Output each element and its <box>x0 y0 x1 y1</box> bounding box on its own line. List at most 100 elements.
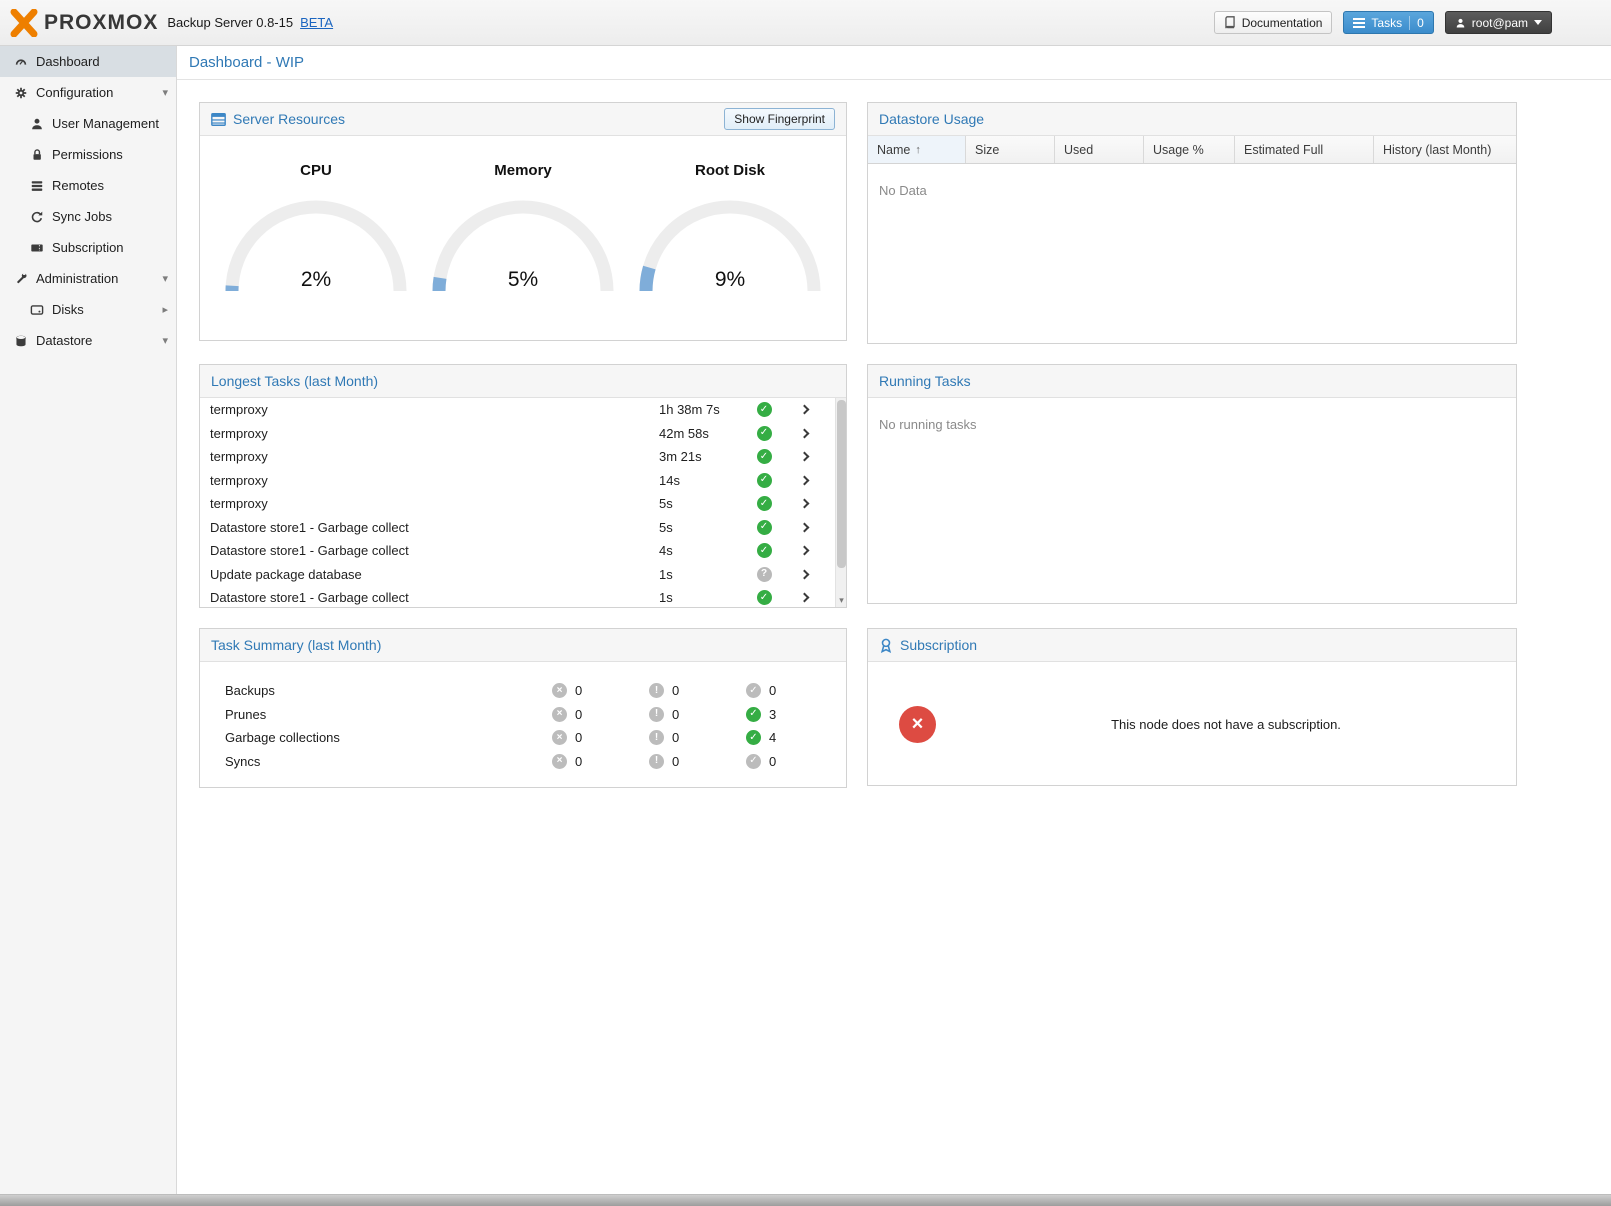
server-list-icon <box>28 178 45 194</box>
chevron-right-icon <box>799 499 809 509</box>
status-ok-icon: ✓ <box>757 496 772 511</box>
status-unknown-icon: ? <box>757 567 772 582</box>
ok-count-icon: ✓ <box>746 683 761 698</box>
ok-count: 4 <box>769 730 776 745</box>
chevron-down-icon[interactable]: ▾ <box>162 272 168 285</box>
tasks-label: Tasks <box>1371 16 1402 30</box>
page-title-bar: Dashboard - WIP <box>177 46 1611 80</box>
task-row[interactable]: termproxy 5s ✓ <box>200 492 835 516</box>
task-name: termproxy <box>200 402 659 417</box>
task-row[interactable]: Update package database 1s ? <box>200 563 835 587</box>
sidebar-item-sync-jobs[interactable]: Sync Jobs <box>0 201 176 232</box>
chevron-right-icon <box>799 522 809 532</box>
scrollbar-thumb[interactable] <box>837 400 846 568</box>
warning-count: 0 <box>672 754 679 769</box>
error-count-icon: × <box>552 730 567 745</box>
task-duration: 1h 38m 7s <box>659 402 744 417</box>
column-header-name[interactable]: Name ↑ <box>868 136 966 163</box>
user-label: root@pam <box>1472 16 1528 30</box>
sidebar-item-datastore[interactable]: Datastore ▾ <box>0 325 176 356</box>
column-header-estimated-full[interactable]: Estimated Full <box>1235 136 1374 163</box>
task-summary-row: Garbage collections ×0 !0 ✓4 <box>200 726 846 750</box>
gauge-label: Root Disk <box>639 162 821 179</box>
summary-label: Backups <box>225 683 552 698</box>
ok-count: 0 <box>769 754 776 769</box>
product-version: Backup Server 0.8-15 <box>167 15 293 30</box>
sidebar-item-disks[interactable]: Disks ▸ <box>0 294 176 325</box>
gears-icon <box>12 85 29 101</box>
task-row[interactable]: termproxy 14s ✓ <box>200 469 835 493</box>
user-icon <box>28 116 45 132</box>
task-name: Datastore store1 - Garbage collect <box>200 590 659 605</box>
cpu-gauge: CPU 2% <box>225 162 407 294</box>
gauge-label: CPU <box>225 162 407 179</box>
show-fingerprint-button[interactable]: Show Fingerprint <box>724 108 835 130</box>
error-count: 0 <box>575 683 582 698</box>
task-row[interactable]: termproxy 1h 38m 7s ✓ <box>200 398 835 422</box>
task-duration: 42m 58s <box>659 426 744 441</box>
summary-label: Syncs <box>225 754 552 769</box>
task-row[interactable]: termproxy 3m 21s ✓ <box>200 445 835 469</box>
sidebar-item-subscription[interactable]: Subscription <box>0 232 176 263</box>
task-row[interactable]: Datastore store1 - Garbage collect 1s ✓ <box>200 586 835 608</box>
gauge-value: 9% <box>639 268 821 292</box>
task-summary-panel: Task Summary (last Month) Backups ×0 !0 … <box>199 628 847 788</box>
sidebar-item-administration[interactable]: Administration ▾ <box>0 263 176 294</box>
running-tasks-empty-text: No running tasks <box>868 398 1516 451</box>
chevron-right-icon <box>799 593 809 603</box>
task-summary-row: Backups ×0 !0 ✓0 <box>200 679 846 703</box>
sidebar-item-remotes[interactable]: Remotes <box>0 170 176 201</box>
subscription-panel: Subscription × This node does not have a… <box>867 628 1517 786</box>
warning-count: 0 <box>672 683 679 698</box>
sidebar-item-configuration[interactable]: Configuration ▾ <box>0 77 176 108</box>
task-name: Update package database <box>200 567 659 582</box>
chevron-right-icon[interactable]: ▸ <box>162 303 168 316</box>
gauge-value: 5% <box>432 268 614 292</box>
documentation-button[interactable]: Documentation <box>1214 11 1333 34</box>
sidebar-item-label: Permissions <box>52 147 123 162</box>
error-count-icon: × <box>552 683 567 698</box>
column-header-history[interactable]: History (last Month) <box>1374 136 1516 163</box>
task-duration: 1s <box>659 590 744 605</box>
user-menu-button[interactable]: root@pam <box>1445 11 1552 34</box>
task-name: termproxy <box>200 426 659 441</box>
column-header-usage-pct[interactable]: Usage % <box>1144 136 1235 163</box>
page-title: Dashboard - WIP <box>189 54 304 71</box>
running-tasks-title: Running Tasks <box>879 373 971 389</box>
scroll-down-button[interactable]: ▾ <box>836 592 846 608</box>
task-name: termproxy <box>200 473 659 488</box>
tasks-button[interactable]: Tasks 0 <box>1343 11 1433 34</box>
status-ok-icon: ✓ <box>757 449 772 464</box>
task-duration: 5s <box>659 520 744 535</box>
sidebar-item-permissions[interactable]: Permissions <box>0 139 176 170</box>
warning-count-icon: ! <box>649 730 664 745</box>
chevron-down-icon[interactable]: ▾ <box>162 86 168 99</box>
sync-icon <box>28 209 45 225</box>
sidebar-item-label: Administration <box>36 271 118 286</box>
beta-link[interactable]: BETA <box>300 15 333 30</box>
status-ok-icon: ✓ <box>757 473 772 488</box>
subscription-message: This node does not have a subscription. <box>936 717 1516 732</box>
top-bar: PROXMOX Backup Server 0.8-15 BETA Docume… <box>0 0 1611 46</box>
subscription-title: Subscription <box>900 637 977 653</box>
task-summary-row: Syncs ×0 !0 ✓0 <box>200 750 846 774</box>
column-header-size[interactable]: Size <box>966 136 1055 163</box>
task-name: Datastore store1 - Garbage collect <box>200 543 659 558</box>
vertical-scrollbar[interactable]: ▾ <box>835 398 846 608</box>
sidebar-item-dashboard[interactable]: Dashboard <box>0 46 176 77</box>
task-row[interactable]: Datastore store1 - Garbage collect 4s ✓ <box>200 539 835 563</box>
ok-count-icon: ✓ <box>746 754 761 769</box>
sidebar-item-user-management[interactable]: User Management <box>0 108 176 139</box>
task-row[interactable]: termproxy 42m 58s ✓ <box>200 422 835 446</box>
sort-asc-icon: ↑ <box>915 144 921 156</box>
ok-count: 0 <box>769 683 776 698</box>
task-name: termproxy <box>200 496 659 511</box>
task-row[interactable]: Datastore store1 - Garbage collect 5s ✓ <box>200 516 835 540</box>
longest-tasks-title: Longest Tasks (last Month) <box>211 373 378 389</box>
datastore-usage-panel: Datastore Usage Name ↑ Size Used Usage %… <box>867 102 1517 344</box>
status-ok-icon: ✓ <box>757 543 772 558</box>
column-header-used[interactable]: Used <box>1055 136 1144 163</box>
task-name: termproxy <box>200 449 659 464</box>
chevron-down-icon[interactable]: ▾ <box>162 334 168 347</box>
no-subscription-icon: × <box>899 706 936 743</box>
